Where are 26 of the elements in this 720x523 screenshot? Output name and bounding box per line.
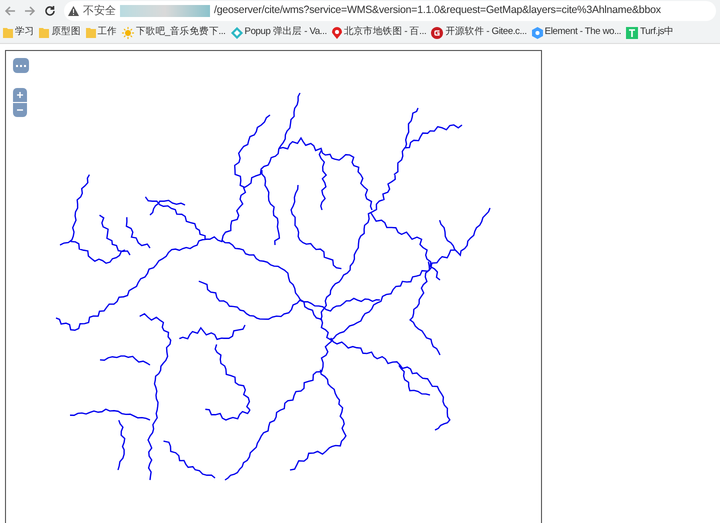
back-icon[interactable] — [4, 5, 16, 17]
bookmark-item[interactable]: Turf.js中 — [625, 25, 675, 40]
address-bar[interactable]: 不安全 /geoserver/cite/wms?service=WMS&version=1.1.0&request=GetMap&layers=cite%3Ahlname&bbox — [64, 1, 716, 21]
security-label: 不安全 — [83, 4, 116, 19]
url-text: /geoserver/cite/wms?service=WMS&version=1.1.0&request=GetMap&layers=cite%3Ahlname&bbox — [214, 3, 661, 18]
g-logo-icon — [431, 26, 444, 38]
bookmark-item[interactable]: 北京市地铁图 - 百... — [330, 25, 428, 40]
bookmark-item[interactable]: 工作 — [84, 25, 118, 40]
folder-icon — [86, 27, 96, 38]
t-logo-icon — [626, 26, 638, 38]
bookmark-item[interactable]: 开源软件 - Gitee.c... — [430, 25, 528, 40]
bookmark-item[interactable]: 下歌吧_音乐免费下... — [120, 25, 227, 40]
bookmark-item[interactable]: 原型图 — [38, 25, 82, 40]
forward-icon[interactable] — [24, 5, 36, 17]
bookmark-item[interactable]: Element - The wo... — [530, 25, 622, 40]
sun-icon — [122, 26, 134, 38]
bookmark-item[interactable]: Popup 弹出层 - Va... — [230, 25, 328, 40]
map-pin-icon — [332, 26, 342, 38]
hexagon-logo-icon — [532, 26, 543, 38]
folder-icon — [39, 27, 50, 38]
more-button[interactable] — [13, 58, 29, 73]
diamond-logo-icon — [230, 26, 243, 38]
warning-icon — [68, 6, 79, 16]
bookmark-item[interactable]: 学习 — [2, 25, 36, 40]
reload-icon[interactable] — [44, 5, 56, 17]
folder-icon — [3, 27, 13, 38]
